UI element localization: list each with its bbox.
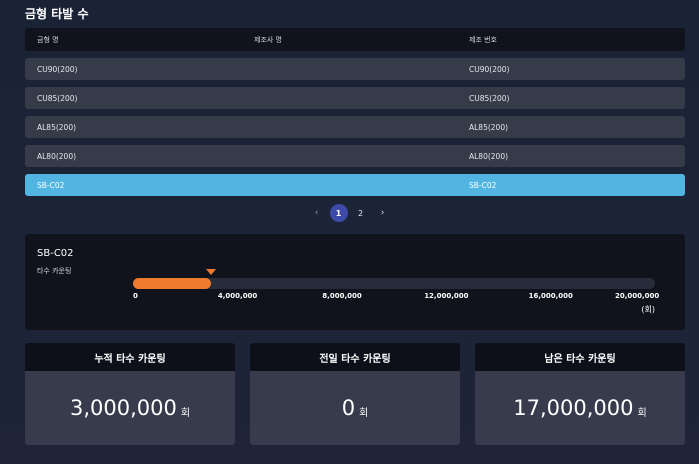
next-page-button[interactable]: › — [372, 204, 394, 222]
selected-mold-name: SB-C02 — [37, 248, 74, 259]
page-number-2: 2 — [357, 208, 364, 218]
chevron-right-icon: › — [380, 208, 385, 218]
cell-mold-name: AL85(200) — [37, 122, 77, 132]
table-row-selected[interactable]: SB-C02 SB-C02 — [25, 174, 685, 196]
header-mold-name: 금형 명 — [37, 35, 59, 44]
table-header: 금형 명 제조사 명 제조 번호 — [25, 28, 685, 51]
cell-mold-name: CU90(200) — [37, 64, 78, 74]
card-title: 남은 타수 카운팅 — [475, 343, 685, 371]
header-serial-number: 제조 번호 — [469, 35, 497, 44]
gauge-tick-label: 0 — [133, 292, 138, 300]
shot-count-gauge-panel: SB-C02 타수 카운팅 0 4,000,000 8,000,000 12,000,… — [25, 234, 685, 330]
table-row[interactable]: CU85(200) CU85(200) — [25, 87, 685, 109]
gauge-tick-label: 16,000,000 — [528, 292, 573, 300]
cell-serial-number: CU90(200) — [469, 64, 510, 74]
card-value: 3,000,000 — [69, 396, 177, 420]
page-button-1[interactable]: 1 — [328, 204, 350, 222]
card-body: 3,000,000 회 — [25, 371, 235, 445]
card-unit: 회 — [637, 407, 647, 419]
gauge-tick-label: 12,000,000 — [424, 292, 469, 300]
table-row[interactable]: CU90(200) CU90(200) — [25, 58, 685, 80]
table-row[interactable]: AL80(200) AL80(200) — [25, 145, 685, 167]
table-row[interactable]: AL85(200) AL85(200) — [25, 116, 685, 138]
cell-mold-name: CU85(200) — [37, 93, 78, 103]
cell-serial-number: SB-C02 — [469, 180, 497, 190]
cell-mold-name: AL80(200) — [37, 151, 77, 161]
page-button-2[interactable]: 2 — [350, 204, 372, 222]
gauge-tick-label: 8,000,000 — [322, 292, 362, 300]
card-cumulative-shots: 누적 타수 카운팅 3,000,000 회 — [25, 343, 235, 445]
pagination: ‹ 1 2 › — [0, 204, 699, 222]
gauge-fill — [133, 278, 212, 289]
card-unit: 회 — [180, 407, 191, 419]
card-title: 누적 타수 카운팅 — [25, 343, 235, 371]
page-number-1: 1 — [329, 204, 348, 222]
cell-serial-number: AL80(200) — [469, 151, 509, 161]
page-title: 금형 타발 수 — [25, 7, 89, 21]
card-body: 17,000,000 회 — [475, 371, 685, 445]
page: 금형 타발 수 금형 명 제조사 명 제조 번호 CU90(200) CU90(… — [0, 0, 699, 464]
card-remaining-shots: 남은 타수 카운팅 17,000,000 회 — [475, 343, 685, 445]
prev-page-button[interactable]: ‹ — [306, 204, 328, 222]
header-maker-name: 제조사 명 — [254, 35, 282, 44]
mold-table: 금형 명 제조사 명 제조 번호 CU90(200) CU90(200) CU8… — [25, 28, 685, 196]
card-value: 17,000,000 — [513, 396, 634, 420]
chevron-left-icon: ‹ — [314, 208, 319, 218]
card-value: 0 — [341, 396, 356, 420]
gauge-unit: (회) — [641, 305, 655, 314]
card-previous-day-shots: 전일 타수 카운팅 0 회 — [250, 343, 460, 445]
card-unit: 회 — [359, 407, 369, 419]
card-title: 전일 타수 카운팅 — [250, 343, 460, 371]
gauge-tick-label: 20,000,000 — [615, 292, 660, 300]
gauge-marker-icon — [206, 269, 217, 275]
cell-serial-number: CU85(200) — [469, 93, 510, 103]
cell-mold-name: SB-C02 — [37, 180, 65, 190]
cell-serial-number: AL85(200) — [469, 122, 509, 132]
gauge-tick-label: 4,000,000 — [217, 292, 258, 300]
gauge-track — [133, 278, 655, 289]
card-body: 0 회 — [250, 371, 460, 445]
gauge-label: 타수 카운팅 — [37, 267, 72, 275]
